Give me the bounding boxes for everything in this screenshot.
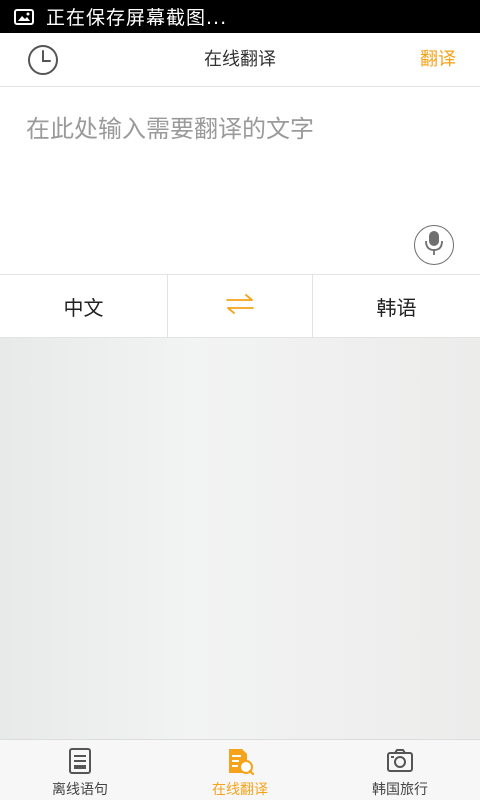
swap-arrows-icon	[224, 293, 256, 319]
notification-text: 正在保存屏幕截图...	[46, 7, 228, 29]
clock-icon	[27, 44, 59, 80]
page-title: 在线翻译	[204, 49, 276, 70]
history-button[interactable]	[26, 45, 60, 79]
phrasebook-icon	[66, 747, 94, 775]
translate-document-icon	[226, 747, 254, 775]
language-bar: 中文 韩语	[0, 275, 480, 338]
translation-input[interactable]	[26, 109, 406, 229]
tab-label: 在线翻译	[212, 782, 268, 798]
status-bar: 正在保存屏幕截图...	[0, 0, 480, 33]
camera-icon	[386, 747, 414, 775]
translate-button[interactable]: 翻译	[420, 33, 456, 87]
translation-result-area	[0, 338, 480, 739]
voice-input-button[interactable]	[414, 225, 454, 265]
source-language-button[interactable]: 中文	[0, 275, 168, 337]
tab-korea-travel[interactable]: 韩国旅行	[320, 740, 480, 800]
bottom-tab-bar: 离线语句 在线翻译 韩国旅行	[0, 739, 480, 800]
tab-label: 离线语句	[52, 782, 108, 798]
tab-offline-phrases[interactable]: 离线语句	[0, 740, 160, 800]
app-header: 在线翻译 翻译	[0, 33, 480, 87]
tab-online-translate[interactable]: 在线翻译	[160, 740, 320, 800]
image-icon	[12, 7, 36, 27]
swap-languages-button[interactable]	[168, 275, 313, 337]
input-area	[0, 87, 480, 275]
microphone-icon	[423, 229, 445, 261]
tab-label: 韩国旅行	[372, 782, 428, 798]
target-language-button[interactable]: 韩语	[313, 275, 480, 337]
